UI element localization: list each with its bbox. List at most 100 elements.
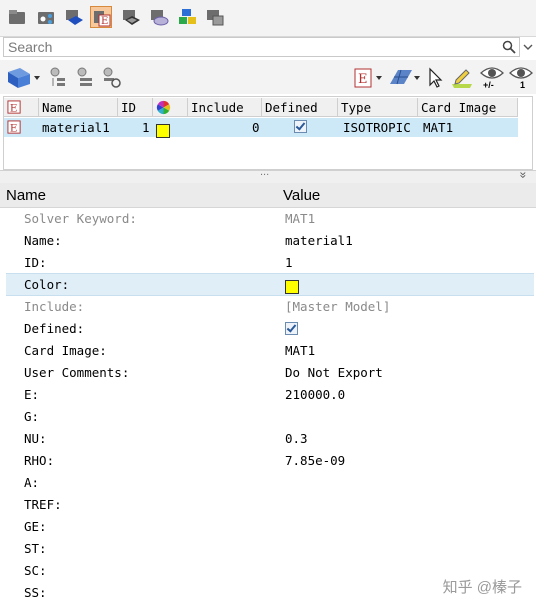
entity-view-icon[interactable] [6,66,42,90]
property-value[interactable]: 7.85e-09 [285,453,345,468]
isolate-label: 1 [520,80,526,90]
property-value: MAT1 [285,211,316,226]
isolate-icon[interactable]: 1 [508,64,534,90]
row-id: 1 [142,120,150,135]
refresh-list-icon[interactable] [100,66,122,90]
entity-type-toolbar: E [0,0,536,37]
property-row-defined[interactable]: Defined: [6,318,534,340]
chevron-down-icon[interactable] [523,40,533,54]
column-header-color[interactable] [153,98,188,117]
property-name: TREF: [24,497,62,512]
property-name: User Comments: [24,365,130,380]
column-header-id[interactable]: ID [118,98,153,117]
property-row-e[interactable]: E: 210000.0 [6,384,534,406]
system-icon[interactable] [148,6,170,28]
column-header-include[interactable]: Include [188,98,262,117]
column-header-name[interactable]: Name [39,98,118,117]
mesh-view-icon[interactable] [388,66,422,90]
property-icon[interactable] [120,6,142,28]
column-header-type-icon[interactable]: E [4,98,39,117]
svg-text:E: E [10,102,18,114]
show-list-icon[interactable] [74,66,94,90]
table-row[interactable]: E material1 1 0 ISOTROPIC MAT1 [4,118,518,139]
pencil-edit-icon[interactable] [450,66,474,90]
property-row-id[interactable]: ID: 1 [6,252,534,274]
property-name: ID: [24,255,47,270]
show-hide-icon[interactable]: +/- [479,64,505,90]
row-color-swatch[interactable] [156,120,170,139]
property-row-user-comments[interactable]: User Comments: Do Not Export [6,362,534,384]
row-defined-checkbox[interactable] [294,119,307,138]
property-value[interactable]: 0.3 [285,431,308,446]
row-name: material1 [42,120,110,135]
column-header-type[interactable]: Type [338,98,418,117]
property-name: G: [24,409,40,424]
property-value[interactable]: Do Not Export [285,365,383,380]
color-swatch[interactable] [285,278,299,294]
property-name: A: [24,475,40,490]
assembly-icon[interactable] [6,6,28,28]
column-header-card-image[interactable]: Card Image [418,98,518,117]
color-wheel-icon [156,100,171,115]
property-header-name[interactable]: Name [6,187,46,204]
property-row-solver-keyword[interactable]: Solver Keyword: MAT1 [6,208,534,230]
property-row-tref[interactable]: TREF: [6,494,534,516]
property-name: Name: [24,233,62,248]
property-value: [Master Model] [285,299,391,314]
property-row-st[interactable]: ST: [6,538,534,560]
property-row-rho[interactable]: RHO: 7.85e-09 [6,450,534,472]
svg-text:E: E [101,16,108,27]
entity-table: E Name ID Include Defined Type Card Imag… [3,96,533,170]
select-cursor-icon[interactable] [426,66,444,90]
row-type: ISOTROPIC [343,120,411,135]
material-icon[interactable]: E [90,6,112,28]
splitter-grip[interactable]: ... [260,166,269,178]
property-name: SS: [24,585,47,600]
watermark: 知乎 @榛子 [442,579,522,596]
property-value[interactable]: 210000.0 [285,387,345,402]
property-name: SC: [24,563,47,578]
row-card-image: MAT1 [423,120,454,135]
property-name: GE: [24,519,47,534]
card-edit-icon[interactable]: E [352,66,386,90]
property-row-g[interactable]: G: [6,406,534,428]
property-row-card-image[interactable]: Card Image: MAT1 [6,340,534,362]
property-row-ge[interactable]: GE: [6,516,534,538]
property-name: NU: [24,431,47,446]
column-header-defined[interactable]: Defined [262,98,338,117]
property-name: Color: [24,277,70,292]
panel-splitter[interactable]: ... » [0,166,536,184]
property-row-a[interactable]: A: [6,472,534,494]
component-icon[interactable] [63,6,85,28]
entity-browser-toolbar: E +/- 1 [0,60,536,94]
property-row-color[interactable]: Color: [6,273,534,296]
property-value[interactable]: MAT1 [285,343,315,358]
show-tree-icon[interactable] [47,66,67,90]
property-name: Include: [24,299,85,314]
search-input[interactable] [4,38,492,56]
search-box [3,37,520,57]
property-row-nu[interactable]: NU: 0.3 [6,428,534,450]
property-name: Card Image: [24,343,107,358]
property-value[interactable]: 1 [285,255,293,270]
property-name: E: [24,387,40,402]
property-value[interactable]: material1 [285,233,353,248]
property-header: Name Value [0,183,536,208]
property-header-value[interactable]: Value [283,187,320,204]
property-name: Solver Keyword: [24,211,137,226]
collapse-icon[interactable]: » [516,172,530,179]
property-row-include[interactable]: Include: [Master Model] [6,296,534,318]
material-icon: E [7,100,21,114]
svg-text:E: E [358,72,368,87]
material-icon: E [7,120,22,139]
defined-checkbox[interactable] [285,322,298,338]
multi-component-icon[interactable] [176,6,198,28]
sets-icon[interactable] [204,6,226,28]
property-row-name[interactable]: Name: material1 [6,230,534,252]
connector-icon[interactable] [35,6,57,28]
property-name: Defined: [24,321,85,336]
property-name: RHO: [24,453,55,468]
search-icon[interactable] [502,40,516,54]
svg-text:E: E [10,122,18,134]
property-name: ST: [24,541,47,556]
